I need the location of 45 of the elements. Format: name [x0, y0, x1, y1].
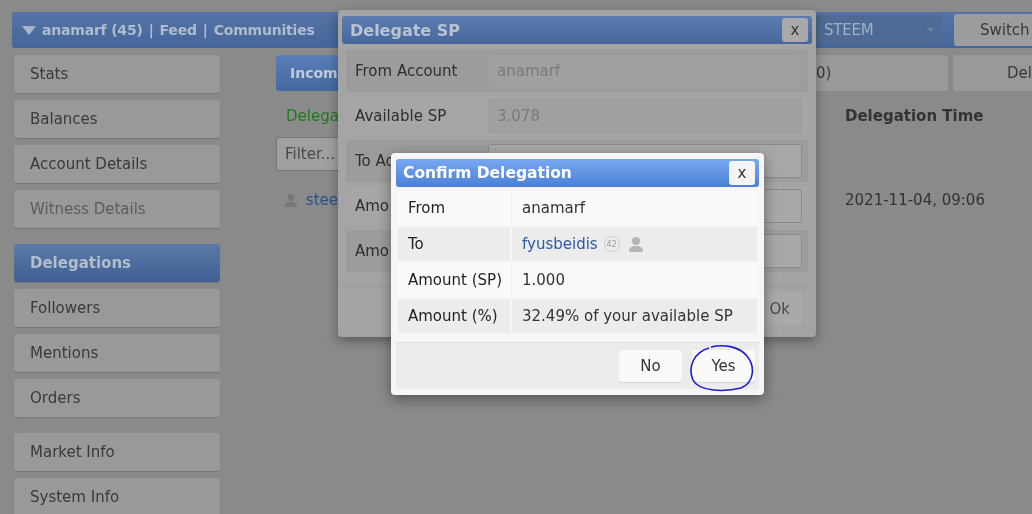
row-label: To [408, 235, 424, 253]
sidebar-item[interactable]: Followers [14, 289, 220, 327]
sidebar-item[interactable]: System Info [14, 478, 220, 514]
sidebar-item[interactable]: Delegations [14, 244, 220, 282]
sidebar-item[interactable]: Mentions [14, 334, 220, 372]
nav-link[interactable]: Communities [213, 22, 315, 38]
caret-icon [927, 28, 934, 32]
row-value: 32.49% of your available SP [522, 307, 733, 325]
sidebar-item[interactable]: Orders [14, 379, 220, 417]
close-button[interactable]: x [782, 18, 808, 42]
nav-separator: | [148, 22, 154, 38]
table-cell-text: 2021-11-04, 09:06 [844, 190, 986, 211]
nav-separator: | [202, 22, 208, 38]
switch-button[interactable]: Switch [954, 14, 1032, 46]
currency-select[interactable]: STEEM [816, 15, 942, 45]
yes-button[interactable]: Yes [692, 350, 755, 382]
account-link[interactable]: fyusbeidis [522, 235, 598, 253]
filter-field[interactable]: Filter... [276, 137, 338, 171]
no-button[interactable]: No [619, 350, 682, 382]
tab[interactable]: Incom [276, 55, 338, 91]
tab[interactable]: Del [953, 55, 1032, 91]
sidebar-item[interactable]: Balances [14, 100, 220, 138]
nav-link[interactable]: Feed [159, 22, 197, 38]
close-button[interactable]: x [729, 161, 755, 185]
row-value: anamarf [522, 199, 586, 217]
row-value: 1.000 [522, 271, 565, 289]
dialog-title: Delegate SP [350, 20, 461, 40]
sidebar-item[interactable]: Account Details [14, 145, 220, 183]
account-menu[interactable]: anamarf (45) [42, 22, 143, 38]
field-label: From Account [355, 62, 458, 80]
user-icon [627, 236, 644, 252]
sidebar-item[interactable]: Stats [14, 55, 220, 93]
field-label: Available SP [355, 107, 447, 125]
dialog-title: Confirm Delegation [403, 164, 572, 182]
field-label: Amo [355, 242, 390, 260]
column-header: Delega [285, 106, 338, 127]
sidebar-item[interactable]: Market Info [14, 433, 220, 471]
row-label: Amount (SP) [408, 271, 502, 289]
field-label: Amo [355, 197, 390, 215]
account-link[interactable]: stee [305, 191, 338, 209]
row-label: From [408, 199, 446, 217]
tab[interactable]: 0) [816, 55, 949, 91]
column-header: Delegation Time [844, 106, 985, 127]
caret-icon[interactable] [22, 25, 36, 35]
row-label: Amount (%) [408, 307, 498, 325]
